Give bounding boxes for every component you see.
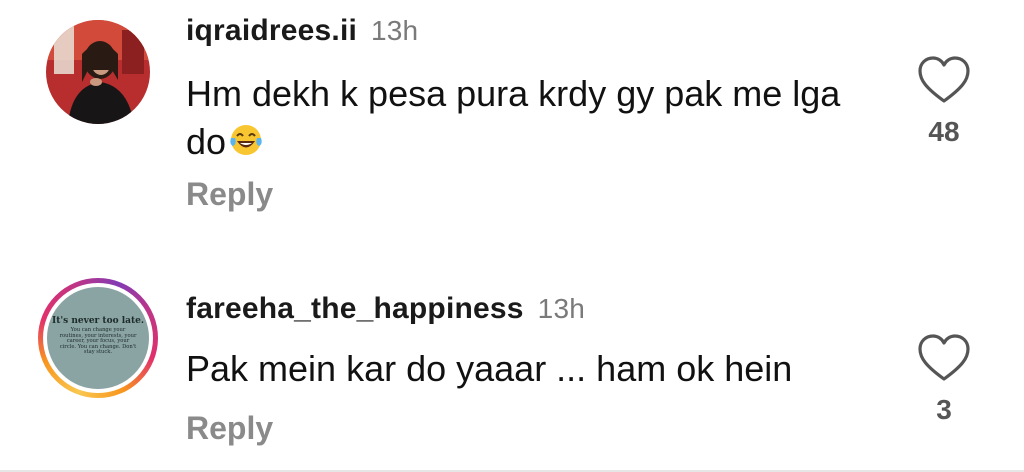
reply-button[interactable]: Reply [186, 176, 273, 213]
avatar: It's never too late. You can change your… [47, 287, 149, 389]
username-link[interactable]: iqraidrees.ii [186, 14, 357, 47]
reply-button[interactable]: Reply [186, 410, 273, 447]
comment-body: Hm dekh k pesa pura krdy gy pak me lga d… [186, 73, 841, 162]
username-link[interactable]: fareeha_the_happiness [186, 292, 524, 325]
like-count: 48 [928, 116, 960, 147]
comment-header: iqraidrees.ii 13h [186, 14, 418, 48]
avatar-quote-body: You can change your routines, your inter… [59, 327, 137, 356]
comment-text: Hm dekh k pesa pura krdy gy pak me lga d… [186, 70, 886, 166]
heart-icon [918, 334, 970, 381]
timestamp: 13h [371, 15, 419, 46]
avatar[interactable] [46, 20, 150, 124]
comment-text: Pak mein kar do yaaar ... ham ok hein [186, 345, 886, 393]
avatar-photo [46, 20, 150, 124]
timestamp: 13h [537, 293, 585, 324]
like-button[interactable] [916, 332, 972, 384]
face-with-tears-of-joy-icon [230, 125, 262, 155]
story-ring[interactable]: It's never too late. You can change your… [38, 278, 158, 398]
comment-body: Pak mein kar do yaaar ... ham ok hein [186, 348, 793, 389]
comment-header: fareeha_the_happiness 13h [186, 292, 585, 326]
comment-item: It's never too late. You can change your… [0, 240, 1024, 472]
like-button[interactable] [916, 54, 972, 106]
like-count: 3 [936, 394, 952, 425]
avatar-quote-title: It's never too late. [52, 316, 144, 326]
comment-item: iqraidrees.ii 13h Hm dekh k pesa pura krd… [0, 0, 1024, 240]
heart-icon [918, 56, 970, 103]
